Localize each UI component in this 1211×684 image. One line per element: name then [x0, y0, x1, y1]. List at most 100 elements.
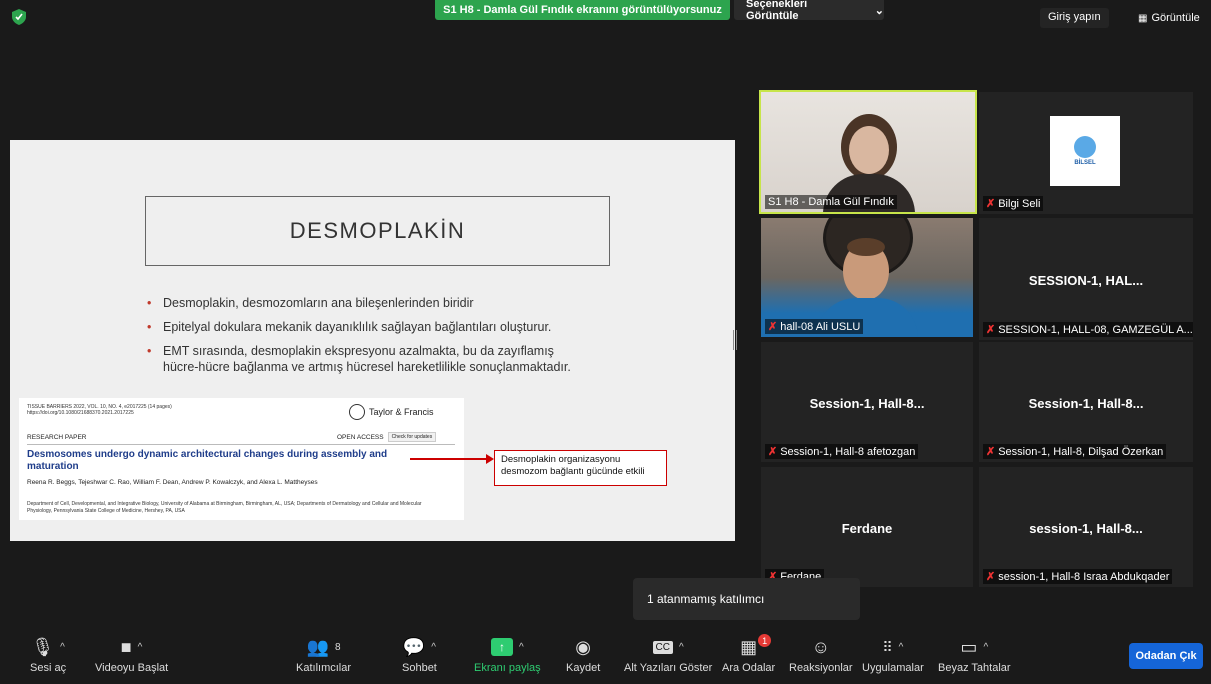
participant-name: S1 H8 - Damla Gül Fındık — [765, 195, 897, 209]
participant-name-text: hall-08 Ali USLU — [780, 320, 861, 333]
unassigned-participant-tooltip: 1 atanmamış katılımcı — [633, 578, 860, 620]
participant-hair — [847, 238, 885, 256]
mic-muted-icon: ✗ — [986, 571, 996, 583]
paper-excerpt: TISSUE BARRIERS 2022, VOL. 10, NO. 4, e2… — [19, 398, 464, 520]
publisher-icon — [349, 404, 365, 420]
whiteboard-button[interactable]: ▭ ^ Beyaz Tahtalar — [938, 636, 1011, 675]
journal-info: TISSUE BARRIERS 2022, VOL. 10, NO. 4, e2… — [27, 404, 172, 416]
record-icon: ◉ — [575, 636, 591, 657]
red-arrow-head — [486, 454, 494, 464]
chat-label: Sohbet — [402, 662, 437, 674]
participant-name: ✗ Session-1, Hall-8, Dilşad Özerkan — [983, 444, 1167, 459]
mic-muted-icon: 🎙 — [31, 636, 55, 657]
share-screen-icon: ↑ — [490, 638, 513, 656]
slide-title: DESMOPLAKİN — [145, 196, 610, 266]
chevron-up-icon[interactable]: ^ — [431, 642, 436, 653]
meeting-toolbar: 🎙 ^ Sesi aç ■ ^ Videoyu Başlat 👥 8 Katılımc… — [0, 626, 1211, 684]
participant-name-text: S1 H8 - Damla Gül Fındık — [768, 196, 894, 208]
breakout-rooms-icon: ▦ — [740, 636, 758, 657]
participant-name-text: Session-1, Hall-8, Dilşad Özerkan — [998, 445, 1164, 458]
video-tile[interactable]: session-1, Hall-8... ✗ session-1, Hall-8 … — [979, 467, 1193, 587]
screen-share-banner: S1 H8 - Damla Gül Fındık ekranını görünt… — [435, 0, 730, 20]
unmute-label: Sesi aç — [30, 662, 67, 674]
shared-screen: DESMOPLAKİN Desmoplakin, desmozomların a… — [10, 140, 735, 541]
mic-muted-icon: ✗ — [768, 446, 778, 458]
record-button[interactable]: ◉ Kaydet — [566, 636, 601, 675]
video-tile[interactable]: ✗ hall-08 Ali USLU — [761, 218, 973, 337]
view-button[interactable]: ▦ Görüntüle — [1132, 8, 1206, 28]
reactions-label: Reaksiyonlar — [789, 662, 853, 674]
participant-display-name: Session-1, Hall-8... — [809, 396, 925, 411]
share-screen-button[interactable]: ↑ ^ Ekranı paylaş — [474, 636, 541, 674]
participant-name-text: SESSION-1, HALL-08, GAMZEGÜL A... — [998, 323, 1193, 336]
reaction-icon: ☺ — [811, 636, 830, 657]
chevron-up-icon[interactable]: ^ — [679, 642, 684, 653]
reactions-button[interactable]: ☺ Reaksiyonlar — [789, 636, 853, 675]
view-button-label: Görüntüle — [1151, 12, 1200, 24]
publisher-logo: Taylor & Francis — [349, 404, 434, 420]
video-tile[interactable]: Session-1, Hall-8... ✗ Session-1, Hall-8,… — [979, 342, 1193, 462]
video-tile[interactable]: SESSION-1, HAL... ✗ SESSION-1, HALL-08, G… — [979, 218, 1193, 340]
participant-name: ✗ session-1, Hall-8 Israa Abdukqader — [983, 569, 1173, 584]
apps-icon: ⠿ — [882, 638, 893, 655]
leave-button[interactable]: Odadan Çık — [1129, 643, 1203, 669]
participants-icon: 👥 — [306, 636, 329, 657]
participant-face — [849, 126, 889, 174]
share-screen-label: Ekranı paylaş — [474, 662, 541, 674]
breakout-rooms-label: Ara Odalar — [722, 662, 776, 674]
profile-logo: BİLSEL — [1050, 116, 1120, 186]
red-arrow — [410, 458, 488, 460]
paper-section: RESEARCH PAPER — [27, 434, 87, 441]
notification-badge: 1 — [758, 634, 772, 647]
slide-bullet: Epitelyal dokulara mekanik dayanıklılık … — [147, 319, 587, 335]
mic-muted-icon: ✗ — [986, 324, 996, 336]
check-updates: Check for updates — [387, 432, 437, 442]
participant-name-text: Session-1, Hall-8 afetozgan — [780, 445, 916, 458]
chevron-down-icon: ⌄ — [874, 4, 884, 17]
unmute-button[interactable]: 🎙 ^ Sesi aç — [30, 636, 67, 675]
chevron-up-icon[interactable]: ^ — [519, 642, 524, 653]
apps-label: Uygulamalar — [862, 662, 924, 674]
chevron-up-icon[interactable]: ^ — [899, 642, 904, 653]
mic-muted-icon: ✗ — [986, 198, 996, 210]
participant-display-name: SESSION-1, HAL... — [1028, 272, 1144, 288]
slide-callout: Desmoplakin organizasyonu desmozom bağla… — [494, 450, 667, 486]
start-video-button[interactable]: ■ ^ Videoyu Başlat — [95, 636, 169, 675]
signin-button[interactable]: Giriş yapın — [1040, 8, 1109, 28]
chevron-up-icon[interactable]: ^ — [60, 642, 65, 653]
publisher-name: Taylor & Francis — [369, 407, 434, 417]
video-tile[interactable]: Session-1, Hall-8... ✗ Session-1, Hall-8 … — [761, 342, 973, 462]
participant-name: ✗ hall-08 Ali USLU — [765, 319, 864, 334]
apps-button[interactable]: ⠿ ^ Uygulamalar — [862, 636, 924, 675]
slide-bullet: EMT sırasında, desmoplakin ekspresyonu a… — [147, 343, 587, 375]
mic-muted-icon: ✗ — [768, 321, 778, 333]
slide-bullet: Desmoplakin, desmozomların ana bileşenle… — [147, 295, 587, 311]
open-access: OPEN ACCESS Check for updates — [337, 432, 437, 442]
participant-display-name: Session-1, Hall-8... — [1028, 396, 1144, 411]
record-label: Kaydet — [566, 662, 601, 674]
breakout-rooms-button[interactable]: ▦ 1 Ara Odalar — [722, 634, 776, 674]
divider — [27, 444, 455, 445]
start-video-label: Videoyu Başlat — [95, 662, 169, 674]
whiteboard-label: Beyaz Tahtalar — [938, 662, 1011, 674]
chat-button[interactable]: 💬 ^ Sohbet — [402, 636, 437, 675]
resize-handle[interactable] — [733, 330, 737, 350]
open-access-label: OPEN ACCESS — [337, 433, 384, 441]
video-tile[interactable]: BİLSEL ✗ Bilgi Seli — [979, 92, 1193, 214]
participant-name: ✗ Bilgi Seli — [983, 196, 1044, 211]
video-tile[interactable]: S1 H8 - Damla Gül Fındık — [759, 90, 977, 214]
logo-text: BİLSEL — [1074, 160, 1096, 166]
video-tile[interactable]: Ferdane ✗ Ferdane — [761, 467, 973, 587]
chevron-up-icon[interactable]: ^ — [138, 642, 143, 653]
cc-icon: CC — [652, 640, 673, 654]
participant-name-text: session-1, Hall-8 Israa Abdukqader — [998, 570, 1170, 583]
view-options-dropdown[interactable]: Seçenekleri Görüntüle ⌄ — [734, 0, 884, 22]
participant-display-name: Ferdane — [841, 521, 893, 536]
chevron-up-icon[interactable]: ^ — [983, 642, 988, 653]
participants-button[interactable]: 👥 8 Katılımcılar — [296, 636, 351, 675]
security-shield-icon[interactable] — [12, 9, 26, 25]
captions-button[interactable]: CC ^ Alt Yazıları Göster — [624, 636, 712, 674]
logo-icon — [1074, 136, 1096, 158]
mic-muted-icon: ✗ — [986, 446, 996, 458]
participant-name-text: Bilgi Seli — [998, 197, 1041, 210]
